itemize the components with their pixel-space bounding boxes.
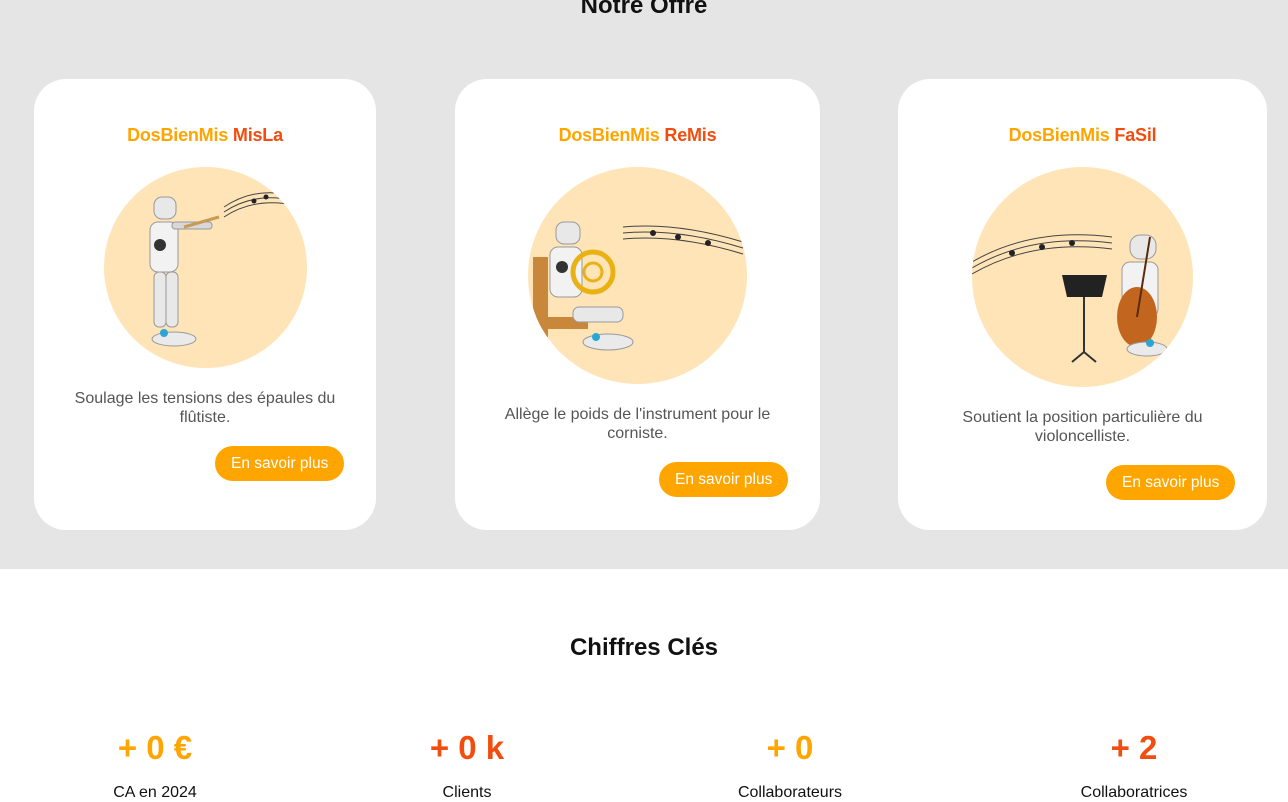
stat-clients: + 0 k Clients — [317, 728, 617, 802]
card-title: DosBienMis ReMis — [455, 125, 820, 146]
card-description: Soulage les tensions des épaules du flût… — [74, 390, 336, 426]
offer-title: Notre Offre — [580, 0, 708, 19]
offer-section: Notre Offre DosBienMis MisLa Soulage les… — [0, 0, 1288, 569]
card-title: DosBienMis FaSil — [898, 125, 1267, 146]
card-model: FaSil — [1114, 125, 1157, 145]
offer-card-fasil: DosBienMis FaSil Soutient la position pa… — [898, 79, 1267, 530]
card-brand: DosBienMis — [127, 125, 229, 145]
cello-robot-icon — [972, 167, 1193, 387]
card-model: MisLa — [232, 125, 283, 145]
learn-more-button[interactable]: En savoir plus — [215, 446, 345, 481]
stat-collaborateurs: + 0 Collaborateurs — [640, 728, 940, 802]
card-brand: DosBienMis — [558, 125, 660, 145]
stat-value: + 0 k — [429, 729, 505, 766]
learn-more-button[interactable]: En savoir plus — [1106, 465, 1236, 500]
card-description: Allège le poids de l'instrument pour le … — [504, 406, 771, 442]
learn-more-button[interactable]: En savoir plus — [659, 462, 789, 497]
card-description: Soutient la position particulière du vio… — [962, 409, 1203, 445]
card-brand: DosBienMis — [1008, 125, 1110, 145]
stat-revenue: + 0 € CA en 2024 — [5, 728, 305, 802]
key-figures-title: Chiffres Clés — [569, 634, 719, 661]
horn-robot-icon — [528, 167, 747, 384]
stat-value: + 0 € — [117, 729, 193, 766]
flute-robot-icon — [104, 167, 307, 368]
stat-value: + 2 — [1110, 729, 1158, 766]
card-model: ReMis — [664, 125, 717, 145]
stat-value: + 0 — [766, 729, 814, 766]
offer-card-misla: DosBienMis MisLa Soulage les tensions de… — [34, 79, 376, 530]
stat-collaboratrices: + 2 Collaboratrices — [984, 728, 1284, 802]
offer-card-remis: DosBienMis ReMis Allège le poids de l'in… — [455, 79, 820, 530]
card-title: DosBienMis MisLa — [34, 125, 376, 146]
